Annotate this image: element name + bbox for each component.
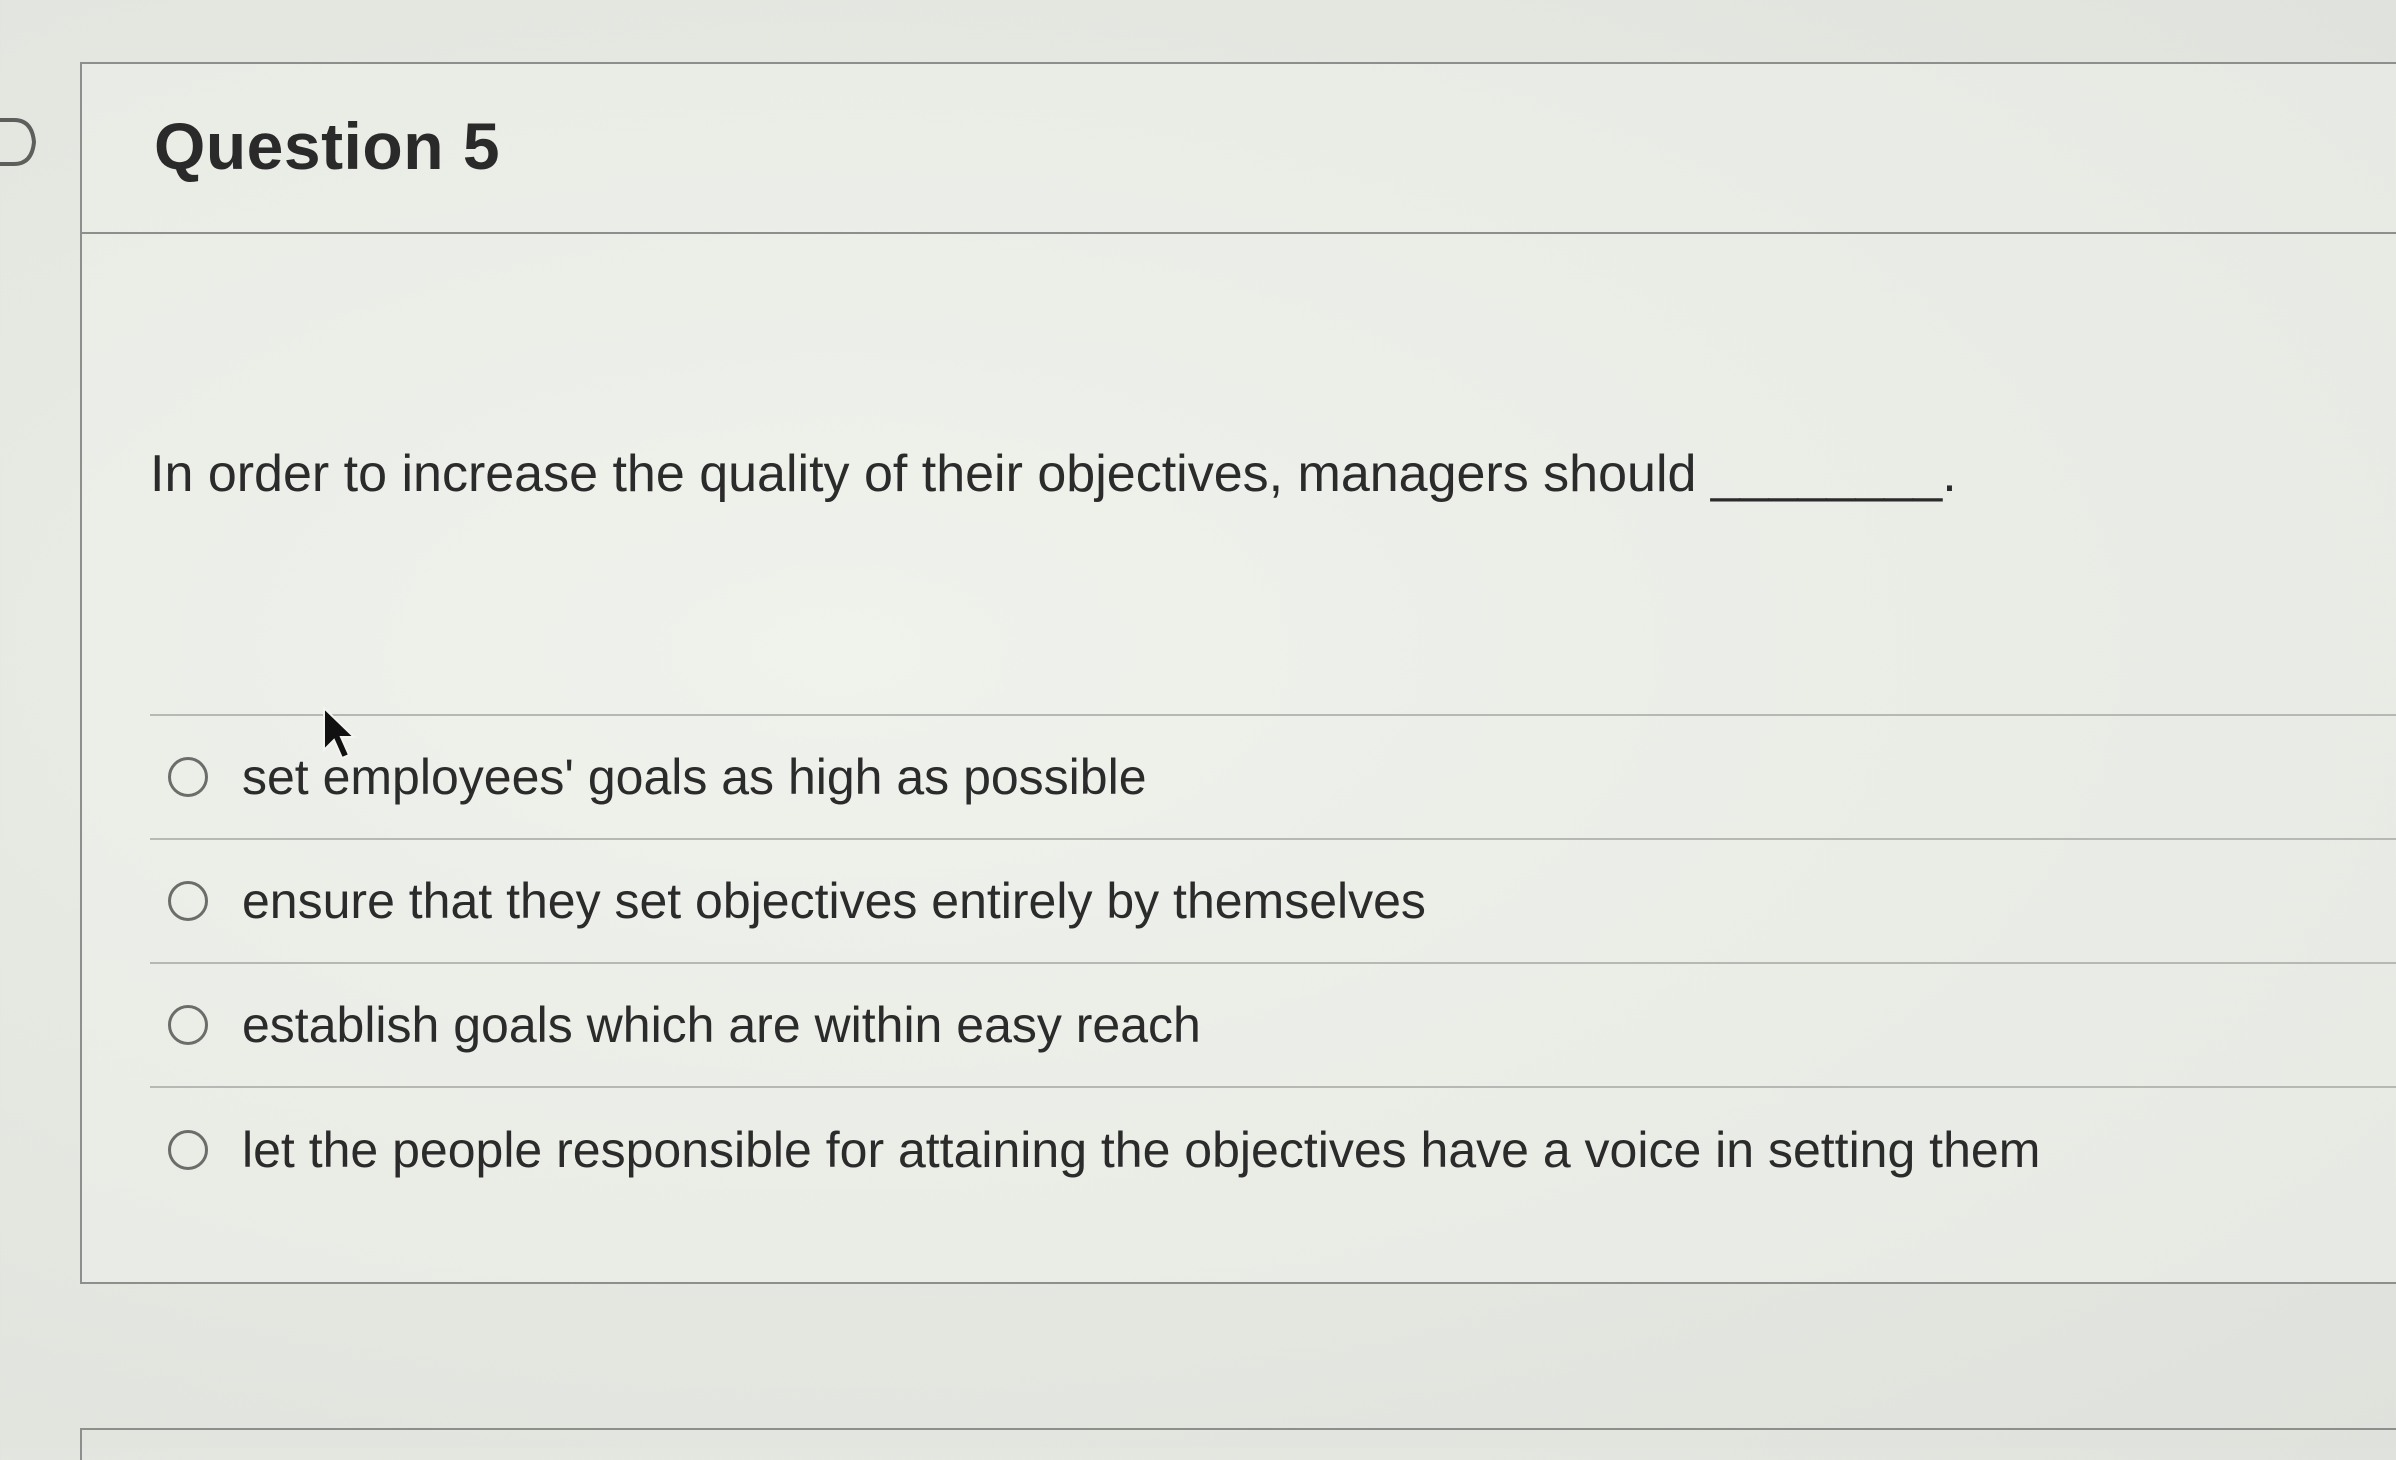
radio-button[interactable] xyxy=(168,1005,208,1045)
question-text: In order to increase the quality of thei… xyxy=(150,445,1957,503)
mouse-pointer-icon xyxy=(323,706,356,760)
answer-label: establish goals which are within easy re… xyxy=(242,997,1201,1053)
flag-question-icon[interactable] xyxy=(0,116,38,168)
answer-label: let the people responsible for attaining… xyxy=(242,1122,2041,1178)
answer-option-4[interactable]: let the people responsible for attaining… xyxy=(150,1088,2396,1212)
question-card: Question 5 In order to increase the qual… xyxy=(80,62,2396,1284)
question-header: Question 5 xyxy=(82,64,2396,234)
answer-option-1[interactable]: set employees' goals as high as possible xyxy=(150,716,2396,840)
answer-list: set employees' goals as high as possible… xyxy=(150,714,2396,1212)
answer-label: ensure that they set objectives entirely… xyxy=(242,873,1426,929)
question-title: Question 5 xyxy=(154,109,501,183)
answer-label: set employees' goals as high as possible xyxy=(242,749,1147,805)
answer-option-2[interactable]: ensure that they set objectives entirely… xyxy=(150,840,2396,964)
radio-button[interactable] xyxy=(168,881,208,921)
next-question-card-edge xyxy=(80,1428,2396,1460)
radio-button[interactable] xyxy=(168,757,208,797)
radio-button[interactable] xyxy=(168,1130,208,1170)
answer-option-3[interactable]: establish goals which are within easy re… xyxy=(150,964,2396,1088)
